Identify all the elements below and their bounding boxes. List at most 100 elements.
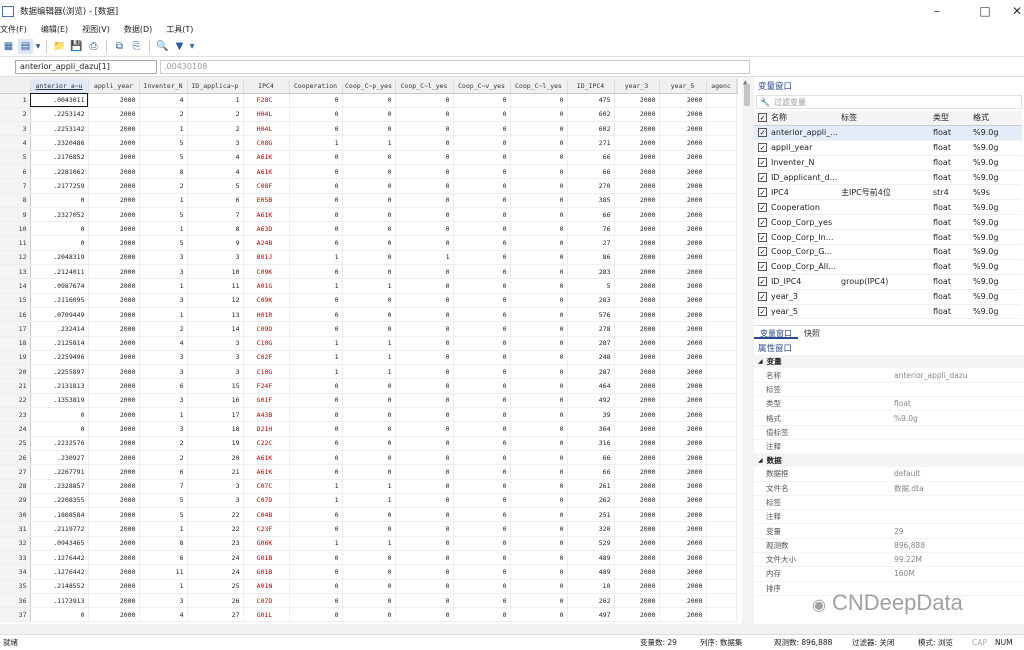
table-cell[interactable]: 2000 (659, 550, 707, 566)
variable-checkbox[interactable]: ✓ (758, 307, 767, 317)
table-cell[interactable]: 2000 (659, 421, 707, 437)
table-cell[interactable]: 0 (342, 121, 396, 137)
table-cell[interactable]: 0 (395, 350, 454, 366)
table-cell[interactable]: C07D (243, 593, 290, 609)
dropdown-arrow-icon[interactable]: ▼ (35, 39, 41, 54)
table-cell[interactable]: 0 (510, 135, 568, 151)
table-cell[interactable]: 1 (139, 579, 188, 594)
table-cell[interactable]: 2 (187, 107, 244, 123)
table-cell[interactable]: 2000 (88, 407, 140, 423)
table-cell[interactable]: 24 (187, 564, 244, 580)
table-cell[interactable]: 0 (342, 464, 396, 480)
variable-checkbox[interactable]: ✓ (758, 202, 767, 212)
table-cell[interactable]: 0 (289, 264, 343, 280)
table-cell[interactable]: 1 (139, 121, 188, 137)
table-cell[interactable]: 0 (342, 436, 396, 451)
table-cell[interactable]: 0 (289, 421, 343, 437)
table-cell[interactable]: 5 (567, 278, 615, 294)
table-cell[interactable] (706, 436, 737, 451)
row-number[interactable]: 25 (0, 436, 31, 451)
property-row[interactable]: 格式 %9.0g (754, 411, 1024, 426)
table-cell[interactable]: 2000 (614, 250, 660, 266)
table-cell[interactable]: 17 (187, 407, 244, 423)
table-cell[interactable]: 0 (395, 378, 454, 394)
table-cell[interactable]: 602 (567, 107, 615, 123)
table-cell[interactable]: 2000 (88, 164, 140, 180)
table-cell[interactable]: 0 (510, 436, 568, 451)
table-cell[interactable]: 2000 (614, 336, 660, 351)
table-cell[interactable]: 0 (453, 550, 511, 566)
table-cell[interactable]: 0 (510, 564, 568, 580)
row-number[interactable]: 27 (0, 464, 31, 480)
table-cell[interactable]: 0 (289, 321, 343, 337)
table-cell[interactable]: 2000 (614, 178, 660, 194)
table-cell[interactable]: 2000 (88, 235, 140, 251)
table-cell[interactable]: 0 (510, 121, 568, 137)
table-cell[interactable]: 2 (139, 107, 188, 123)
table-cell[interactable]: 3 (139, 364, 188, 380)
menu-edit[interactable]: 编辑(E) (41, 24, 68, 35)
table-cell[interactable]: 529 (567, 536, 615, 552)
filter-icon[interactable]: ▼ (172, 39, 187, 54)
table-cell[interactable]: 316 (567, 436, 615, 451)
table-cell[interactable]: 0 (342, 307, 396, 323)
table-cell[interactable]: 0 (342, 150, 396, 165)
table-cell[interactable]: 2000 (659, 407, 707, 423)
table-cell[interactable]: 2000 (614, 507, 660, 523)
table-cell[interactable]: 0 (342, 164, 396, 180)
search-icon[interactable]: 🔍 (155, 39, 170, 54)
table-cell[interactable]: 0 (453, 378, 511, 394)
column-header[interactable]: Coop_C~l_yes (395, 79, 454, 94)
table-cell[interactable]: A61K (243, 164, 290, 180)
table-cell[interactable]: 0 (453, 364, 511, 380)
table-cell[interactable]: 2000 (659, 93, 707, 108)
table-cell[interactable]: 2000 (614, 564, 660, 580)
table-cell[interactable]: 1 (395, 250, 454, 266)
table-cell[interactable]: 0 (289, 407, 343, 423)
table-cell[interactable]: 1 (289, 278, 343, 294)
table-cell[interactable]: 0 (453, 436, 511, 451)
table-cell[interactable]: 6 (139, 550, 188, 566)
table-cell[interactable]: 0 (289, 579, 343, 594)
table-cell[interactable]: F24F (243, 378, 290, 394)
table-cell[interactable]: 21 (187, 464, 244, 480)
row-number[interactable]: 28 (0, 479, 31, 494)
row-number[interactable]: 21 (0, 378, 31, 394)
table-cell[interactable]: 2000 (614, 350, 660, 366)
table-cell[interactable]: 2000 (88, 507, 140, 523)
table-cell[interactable]: 2000 (659, 250, 707, 266)
table-cell[interactable]: A43B (243, 407, 290, 423)
table-cell[interactable]: 22 (187, 507, 244, 523)
table-cell[interactable] (706, 135, 737, 151)
table-cell[interactable] (706, 550, 737, 566)
table-cell[interactable]: 0 (453, 450, 511, 466)
table-cell[interactable]: 2000 (659, 507, 707, 523)
table-cell[interactable]: 0 (510, 150, 568, 165)
table-cell[interactable]: 3 (187, 250, 244, 266)
table-cell[interactable]: .2232576 (30, 436, 89, 451)
table-cell[interactable]: 3 (139, 293, 188, 308)
table-cell[interactable]: 2000 (88, 364, 140, 380)
row-number[interactable]: 30 (0, 507, 31, 523)
table-cell[interactable]: 576 (567, 307, 615, 323)
column-header[interactable]: anterior_a~u (30, 79, 89, 94)
row-number[interactable]: 6 (0, 164, 31, 180)
table-cell[interactable]: 8 (139, 536, 188, 552)
table-cell[interactable]: 0 (510, 521, 568, 537)
table-cell[interactable]: A61K (243, 464, 290, 480)
table-cell[interactable]: .2255897 (30, 364, 89, 380)
table-cell[interactable]: 0 (395, 493, 454, 509)
table-cell[interactable]: 0 (510, 193, 568, 208)
data-section[interactable]: ◢ 数据 (754, 454, 1024, 468)
table-cell[interactable]: 262 (567, 493, 615, 509)
table-cell[interactable]: 1 (342, 364, 396, 380)
table-cell[interactable]: 271 (567, 135, 615, 151)
variable-checkbox[interactable]: ✓ (758, 277, 767, 287)
table-cell[interactable]: 2000 (614, 278, 660, 294)
table-cell[interactable]: G01B (243, 550, 290, 566)
row-number[interactable]: 13 (0, 264, 31, 280)
table-cell[interactable]: 2000 (614, 307, 660, 323)
table-cell[interactable]: 0 (453, 207, 511, 223)
table-cell[interactable]: 19 (187, 436, 244, 451)
table-cell[interactable]: 76 (567, 221, 615, 237)
